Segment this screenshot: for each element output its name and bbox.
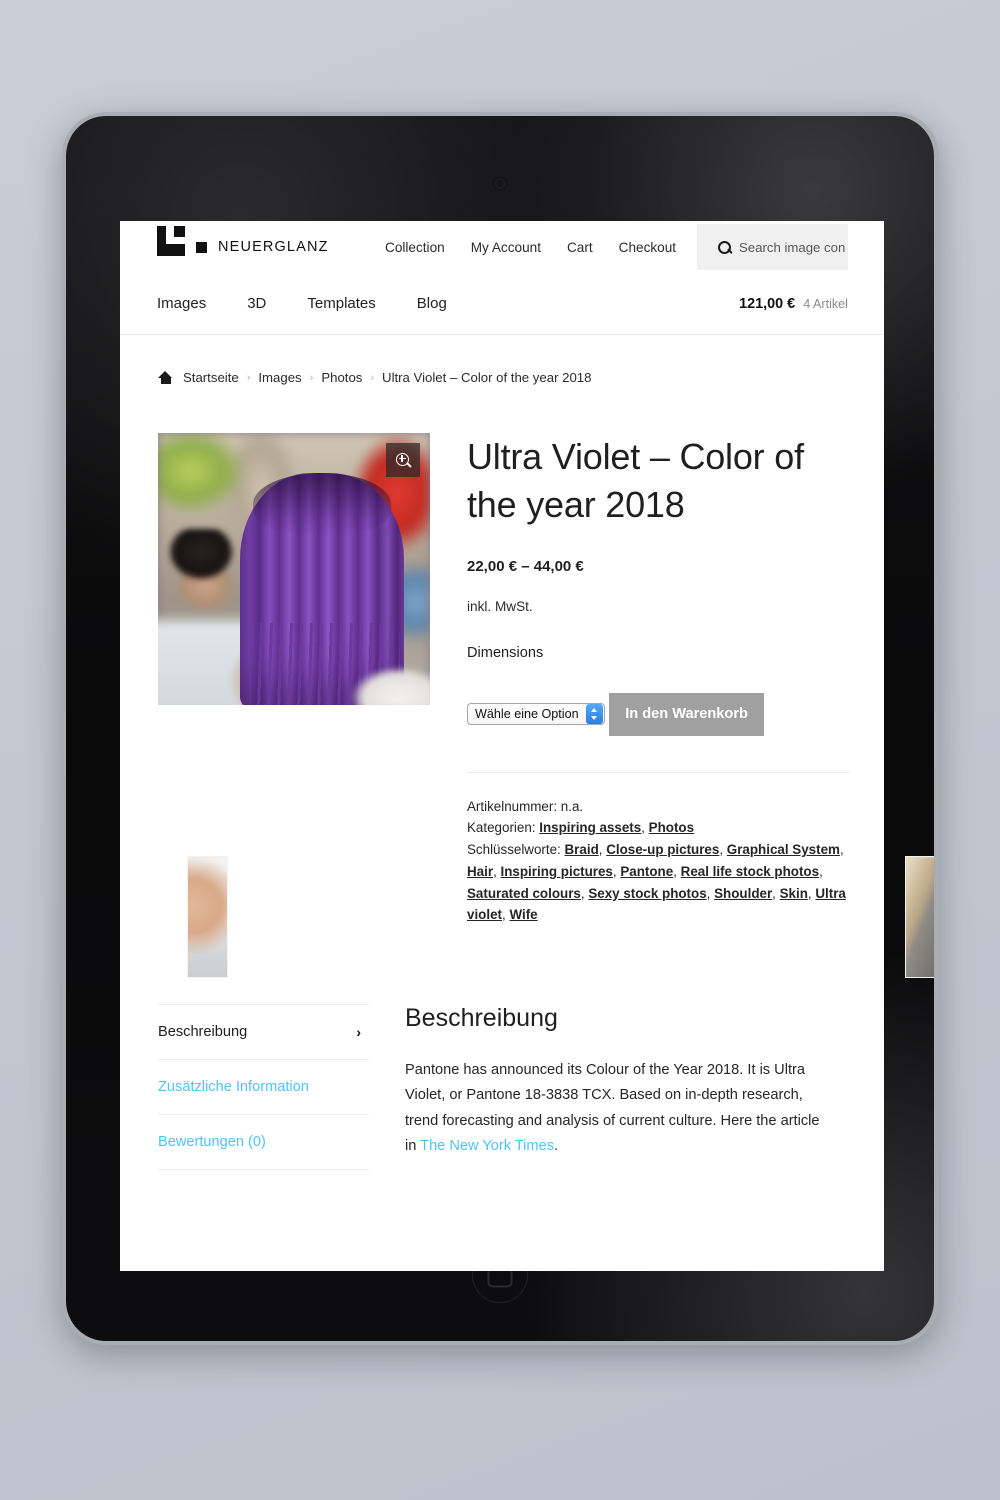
dimensions-select[interactable]: Wähle eine Option	[467, 703, 605, 726]
nav-3d[interactable]: 3D	[247, 295, 266, 312]
tag-link[interactable]: Saturated colours	[467, 886, 581, 901]
header-bottom: Images 3D Templates Blog 121,00 € 4 Arti…	[120, 273, 884, 335]
tab-label: Zusätzliche Information	[158, 1078, 309, 1095]
tab-panel-body: Pantone has announced its Colour of the …	[405, 1058, 825, 1160]
product-tags-row: Schlüsselworte: Braid, Close-up pictures…	[467, 839, 850, 926]
tab-beschreibung[interactable]: Beschreibung ›	[158, 1005, 369, 1060]
nav-cart[interactable]: Cart	[567, 240, 593, 255]
category-link[interactable]: Inspiring assets	[539, 820, 641, 835]
search-icon	[718, 240, 731, 254]
chevron-right-icon: ›	[356, 1023, 361, 1040]
tag-link[interactable]: Real life stock photos	[681, 864, 819, 879]
product-section: Ultra Violet – Color of the year 2018 22…	[120, 385, 884, 926]
product-main-image[interactable]	[158, 433, 430, 705]
tablet-screen-bezel: NEUERGLANZ Collection My Account Cart Ch…	[66, 116, 934, 1341]
tab-label: Bewertungen (0)	[158, 1133, 266, 1150]
cart-summary[interactable]: 121,00 € 4 Artikel	[739, 296, 848, 312]
browser-viewport: NEUERGLANZ Collection My Account Cart Ch…	[120, 221, 884, 1271]
nav-images[interactable]: Images	[157, 295, 206, 312]
breadcrumb-separator: ›	[370, 371, 375, 384]
main-navigation: Images 3D Templates Blog	[157, 295, 447, 312]
nav-collection[interactable]: Collection	[385, 240, 445, 255]
tag-link[interactable]: Skin	[780, 886, 808, 901]
site-logo[interactable]: NEUERGLANZ	[157, 226, 385, 256]
nav-my-account[interactable]: My Account	[471, 240, 541, 255]
tag-link[interactable]: Inspiring pictures	[501, 864, 613, 879]
sku-label: Artikelnummer:	[467, 798, 558, 814]
top-navigation: Collection My Account Cart Checkout	[385, 240, 676, 255]
tab-bewertungen[interactable]: Bewertungen (0)	[158, 1115, 369, 1170]
image-zoom-button[interactable]	[386, 443, 420, 477]
product-sku-row: Artikelnummer: n.a.	[467, 796, 850, 818]
tag-link[interactable]: Close-up pictures	[606, 842, 719, 857]
dimensions-selected-value: Wähle eine Option	[475, 707, 579, 722]
tag-link[interactable]: Braid	[565, 842, 599, 857]
tablet-device: NEUERGLANZ Collection My Account Cart Ch…	[62, 112, 939, 1345]
tax-note: inkl. MwSt.	[467, 598, 533, 614]
gallery-thumbnail-right-overflow	[905, 856, 934, 978]
tag-link[interactable]: Shoulder	[714, 886, 772, 901]
categories-label: Kategorien:	[467, 820, 536, 836]
gallery-thumbnail-left-overflow	[187, 856, 228, 978]
breadcrumb: Startseite › Images › Photos › Ultra Vio…	[120, 335, 884, 385]
breadcrumb-startseite[interactable]: Startseite	[183, 370, 239, 385]
page-background: NEUERGLANZ Collection My Account Cart Ch…	[0, 0, 1000, 1500]
chevron-updown-icon	[585, 704, 603, 725]
breadcrumb-photos[interactable]: Photos	[321, 370, 362, 385]
search-input[interactable]: Search image con	[739, 240, 845, 255]
dimensions-label: Dimensions	[467, 644, 544, 661]
cart-item-count: 4 Artikel	[803, 296, 848, 311]
nav-blog[interactable]: Blog	[417, 295, 447, 312]
categories-list: Inspiring assets, Photos	[539, 820, 695, 836]
logo-wordmark: NEUERGLANZ	[218, 239, 329, 255]
sku-value: n.a.	[560, 798, 584, 814]
product-gallery	[158, 433, 430, 926]
tag-link[interactable]: Pantone	[620, 864, 673, 879]
home-icon	[158, 371, 173, 384]
add-to-cart-button[interactable]: In den Warenkorb	[609, 692, 765, 736]
tags-label: Schlüsselworte:	[467, 842, 561, 858]
product-tabs-section: Beschreibung › Zusätzliche Information B…	[120, 926, 884, 1170]
page-title: Ultra Violet – Color of the year 2018	[467, 436, 804, 525]
header-top: NEUERGLANZ Collection My Account Cart Ch…	[120, 221, 884, 273]
tab-zusaetzliche-information[interactable]: Zusätzliche Information	[158, 1060, 369, 1115]
front-camera-icon	[494, 178, 506, 189]
logo-mark-icon	[157, 226, 185, 256]
product-categories-row: Kategorien: Inspiring assets, Photos	[467, 817, 850, 839]
nav-checkout[interactable]: Checkout	[619, 240, 676, 255]
tag-link[interactable]: Sexy stock photos	[588, 886, 706, 901]
magnifier-plus-icon	[395, 452, 411, 468]
category-link[interactable]: Photos	[649, 820, 694, 835]
search-box[interactable]: Search image con	[697, 224, 848, 270]
breadcrumb-current: Ultra Violet – Color of the year 2018	[382, 370, 592, 385]
nav-templates[interactable]: Templates	[307, 295, 375, 312]
tab-list: Beschreibung › Zusätzliche Information B…	[158, 1003, 369, 1170]
tag-link[interactable]: Hair	[467, 864, 493, 879]
tag-link[interactable]: Wife	[509, 907, 537, 922]
tag-link[interactable]: Graphical System	[727, 842, 840, 857]
tab-label: Beschreibung	[158, 1023, 248, 1040]
tab-panel-heading: Beschreibung	[405, 1003, 558, 1032]
breadcrumb-separator: ›	[309, 371, 314, 384]
logo-square-icon	[196, 241, 207, 253]
cart-total: 121,00 €	[739, 295, 796, 312]
breadcrumb-separator: ›	[246, 371, 251, 384]
nyt-link[interactable]: The New York Times	[420, 1138, 554, 1154]
breadcrumb-images[interactable]: Images	[258, 370, 301, 385]
product-meta: Artikelnummer: n.a. Kategorien: Inspirin…	[467, 771, 850, 926]
description-text-2: .	[554, 1138, 559, 1155]
tab-panel: Beschreibung Pantone has announced its C…	[369, 1004, 825, 1170]
product-summary: Ultra Violet – Color of the year 2018 22…	[430, 433, 850, 926]
product-price: 22,00 € – 44,00 €	[467, 557, 584, 575]
website: NEUERGLANZ Collection My Account Cart Ch…	[120, 221, 884, 1170]
